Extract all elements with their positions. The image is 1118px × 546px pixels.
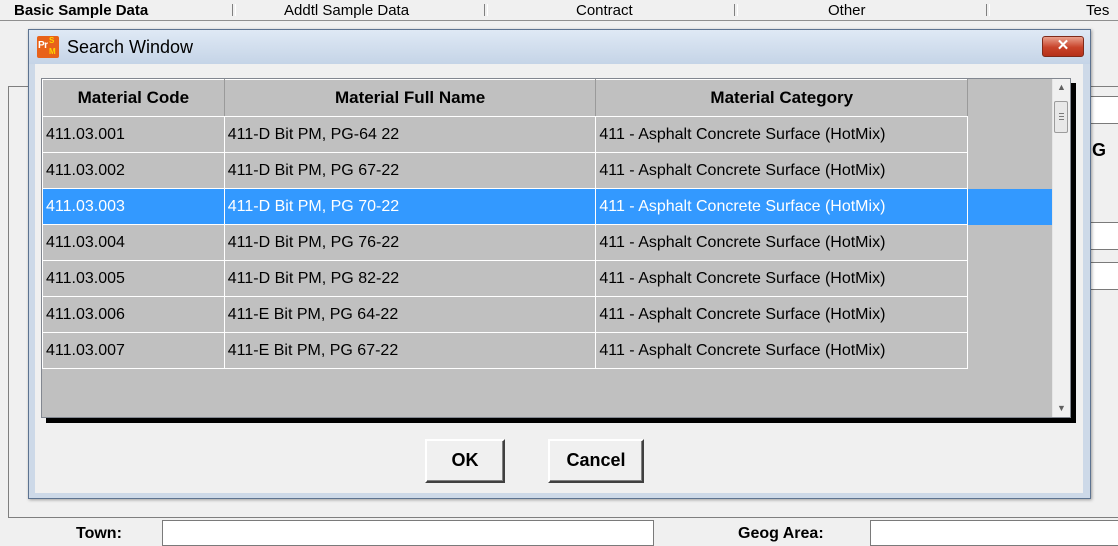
tab-addtl-sample-data[interactable]: Addtl Sample Data <box>284 2 409 19</box>
tab-tes[interactable]: Tes <box>1086 2 1109 19</box>
cell-material-name[interactable]: 411-E Bit PM, PG 67-22 <box>223 332 597 369</box>
row-filler <box>967 296 1054 333</box>
dialog-title: Search Window <box>67 37 194 57</box>
cell-material-code[interactable]: 411.03.002 <box>42 152 225 189</box>
cell-material-name[interactable]: 411-D Bit PM, PG 76-22 <box>223 224 597 261</box>
geog-area-input[interactable] <box>870 520 1118 546</box>
tab-separator <box>232 4 236 16</box>
cell-material-name[interactable]: 411-D Bit PM, PG-64 22 <box>223 116 597 153</box>
tab-contract[interactable]: Contract <box>576 2 633 19</box>
geog-area-label: Geog Area: <box>738 525 824 542</box>
scroll-up-arrow-icon[interactable]: ▲ <box>1053 79 1070 96</box>
background-field[interactable] <box>1090 222 1118 250</box>
background-tab-strip: Basic Sample Data Addtl Sample Data Cont… <box>0 0 1118 21</box>
close-icon: ✕ <box>1056 37 1070 54</box>
dialog-client-area: Material Code Material Full Name Materia… <box>35 64 1083 493</box>
table-row[interactable]: 411.03.006 411-E Bit PM, PG 64-22 411 - As… <box>42 296 1054 333</box>
row-filler <box>967 260 1054 297</box>
vertical-scrollbar[interactable]: ▲ ▼ <box>1052 79 1070 417</box>
cell-material-category[interactable]: 411 - Asphalt Concrete Surface (HotMix) <box>595 332 969 369</box>
cancel-button[interactable]: Cancel <box>548 439 644 483</box>
row-filler <box>967 224 1054 261</box>
grid-body: Material Code Material Full Name Materia… <box>42 79 1054 417</box>
ok-button[interactable]: OK <box>425 439 505 483</box>
search-window-dialog: Pr S M Search Window ✕ Material Code Mater… <box>28 29 1091 499</box>
close-button[interactable]: ✕ <box>1042 36 1084 57</box>
table-row[interactable]: 411.03.003 411-D Bit PM, PG 70-22 411 - As… <box>42 188 1054 225</box>
row-filler <box>967 332 1054 369</box>
cell-material-category[interactable]: 411 - Asphalt Concrete Surface (HotMix) <box>595 260 969 297</box>
row-filler <box>967 116 1054 153</box>
background-field[interactable] <box>1090 96 1118 124</box>
cell-material-category[interactable]: 411 - Asphalt Concrete Surface (HotMix) <box>595 152 969 189</box>
cell-material-name[interactable]: 411-E Bit PM, PG 64-22 <box>223 296 597 333</box>
scroll-thumb[interactable] <box>1054 101 1068 133</box>
dialog-titlebar[interactable]: Pr S M Search Window ✕ <box>29 30 1090 64</box>
cell-material-category[interactable]: 411 - Asphalt Concrete Surface (HotMix) <box>595 296 969 333</box>
cell-material-code[interactable]: 411.03.001 <box>42 116 225 153</box>
table-row[interactable]: 411.03.002 411-D Bit PM, PG 67-22 411 - As… <box>42 152 1054 189</box>
table-row[interactable]: 411.03.007 411-E Bit PM, PG 67-22 411 - As… <box>42 332 1054 369</box>
tab-separator <box>484 4 488 16</box>
table-row[interactable]: 411.03.005 411-D Bit PM, PG 82-22 411 - As… <box>42 260 1054 297</box>
cell-material-code[interactable]: 411.03.004 <box>42 224 225 261</box>
cell-material-code[interactable]: 411.03.006 <box>42 296 225 333</box>
column-header-material-category[interactable]: Material Category <box>595 79 969 117</box>
material-grid: Material Code Material Full Name Materia… <box>41 78 1071 418</box>
scroll-down-arrow-icon[interactable]: ▼ <box>1053 400 1070 417</box>
cell-material-category[interactable]: 411 - Asphalt Concrete Surface (HotMix) <box>595 188 969 225</box>
cell-material-code[interactable]: 411.03.007 <box>42 332 225 369</box>
background-field[interactable] <box>1090 262 1118 290</box>
column-header-material-code[interactable]: Material Code <box>42 79 225 117</box>
town-label: Town: <box>76 525 122 542</box>
tab-basic-sample-data[interactable]: Basic Sample Data <box>14 2 148 19</box>
cell-material-category[interactable]: 411 - Asphalt Concrete Surface (HotMix) <box>595 116 969 153</box>
table-row[interactable]: 411.03.001 411-D Bit PM, PG-64 22 411 - As… <box>42 116 1054 153</box>
background-side-letter: G <box>1092 140 1107 160</box>
cell-material-code[interactable]: 411.03.005 <box>42 260 225 297</box>
table-row[interactable]: 411.03.004 411-D Bit PM, PG 76-22 411 - As… <box>42 224 1054 261</box>
header-filler <box>967 79 1054 117</box>
town-input[interactable] <box>162 520 654 546</box>
tab-other[interactable]: Other <box>828 2 866 19</box>
material-table: Material Code Material Full Name Materia… <box>42 79 1054 369</box>
tab-separator <box>986 4 990 16</box>
prsm-app-icon: Pr S M <box>37 36 59 58</box>
tab-separator <box>734 4 738 16</box>
cell-material-category[interactable]: 411 - Asphalt Concrete Surface (HotMix) <box>595 224 969 261</box>
cell-material-name[interactable]: 411-D Bit PM, PG 67-22 <box>223 152 597 189</box>
column-header-material-full-name[interactable]: Material Full Name <box>223 79 597 117</box>
cell-material-name[interactable]: 411-D Bit PM, PG 82-22 <box>223 260 597 297</box>
row-filler <box>967 152 1054 189</box>
cell-material-name[interactable]: 411-D Bit PM, PG 70-22 <box>223 188 597 225</box>
cell-material-code[interactable]: 411.03.003 <box>42 188 225 225</box>
grid-header-row: Material Code Material Full Name Materia… <box>42 79 1054 117</box>
row-filler <box>967 188 1054 225</box>
